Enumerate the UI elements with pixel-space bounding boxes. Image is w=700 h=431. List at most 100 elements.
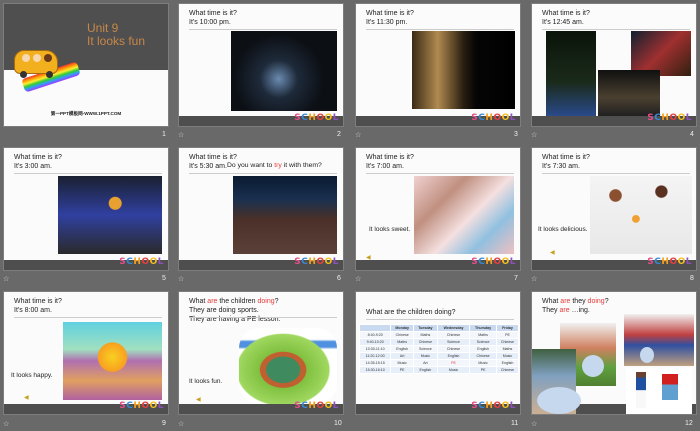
photo-police-line xyxy=(598,70,660,116)
table-cell: English xyxy=(436,352,471,360)
divider xyxy=(366,319,514,320)
table-cell: Maths xyxy=(412,331,438,339)
school-logo: SCHOOL xyxy=(119,257,164,267)
slide-thumbnail-8[interactable]: What time is it? It's 7:30 am. It looks d… xyxy=(531,147,697,271)
table-cell: PE xyxy=(469,366,497,374)
slide-text: What time is it? It's 12:45 am. xyxy=(542,9,590,27)
slide-number: 11 xyxy=(511,420,519,427)
school-logo: SCHOOL xyxy=(119,401,164,411)
answer: It's 10:00 pm. xyxy=(189,19,231,26)
divider xyxy=(189,29,337,30)
answer: It's 3:00 am. xyxy=(14,163,52,170)
slide-thumbnail-11[interactable]: What are the children doing? Monday Tues… xyxy=(355,291,521,415)
table-cell: Music xyxy=(390,359,414,367)
slide-number: 1 xyxy=(162,131,166,138)
slide-thumbnail-6[interactable]: What time is it? It's 5:30 am. Do you wan… xyxy=(178,147,344,271)
photo-shadow-street xyxy=(412,31,515,109)
star-icon[interactable]: ☆ xyxy=(178,131,184,139)
slide-thumbnail-5[interactable]: What time is it? It's 3:00 am. SCHOOL xyxy=(3,147,169,271)
table-cell: PE xyxy=(436,359,471,367)
school-bus-illustration xyxy=(8,44,81,93)
answer: It's 7:30 am. xyxy=(542,163,580,170)
question: What time is it? xyxy=(189,154,237,161)
star-icon[interactable]: ☆ xyxy=(531,275,537,283)
table-cell: Music xyxy=(469,359,497,367)
school-logo: SCHOOL xyxy=(647,113,692,123)
question: What time is it? xyxy=(366,154,414,161)
slide-thumbnail-1[interactable]: Unit 9 It looks fun 第一PPT模板网-WWW.1PPT.CO… xyxy=(3,3,169,127)
speaker-icon[interactable]: ◀ xyxy=(196,396,201,403)
school-logo: SCHOOL xyxy=(471,401,516,411)
star-icon[interactable]: ☆ xyxy=(531,131,537,139)
question: What are they doing? xyxy=(542,298,609,305)
speaker-icon[interactable]: ◀ xyxy=(24,394,29,401)
slide-thumbnail-4[interactable]: What time is it? It's 12:45 am. SCHOOL xyxy=(531,3,697,127)
slide-number: 2 xyxy=(337,131,341,138)
divider xyxy=(189,317,337,318)
photo-workers-night xyxy=(546,31,596,116)
table-cell: Maths xyxy=(469,331,497,339)
table-cell: Chinese xyxy=(495,366,520,374)
website-footer: 第一PPT模板网-WWW.1PPT.COM xyxy=(50,111,122,116)
table-cell: Art xyxy=(412,359,438,367)
timetable: Monday Tuesday Wednesday Thursday Friday… xyxy=(358,324,520,374)
divider xyxy=(366,29,514,30)
table-cell: 15:30-16:10 xyxy=(358,366,392,374)
table-row: 10:30-11:10 English Science Chinese English M… xyxy=(358,345,520,353)
slide-number: 12 xyxy=(685,420,693,427)
table-cell: English xyxy=(469,345,497,353)
caption: It looks sweet. xyxy=(369,226,411,233)
column-header xyxy=(358,324,392,332)
table-cell: PE xyxy=(495,331,520,339)
table-cell: PE xyxy=(390,366,414,374)
divider xyxy=(366,173,514,174)
karate-kid-blue xyxy=(636,372,646,408)
caption: It looks fun. xyxy=(189,378,223,385)
answer: They are doing sports. xyxy=(189,307,259,314)
star-icon[interactable]: ☆ xyxy=(178,275,184,283)
table-cell: Maths xyxy=(390,338,414,346)
slide-thumbnail-12[interactable]: What are they doing? They are …ing. xyxy=(531,291,697,415)
slide-thumbnail-9[interactable]: What time is it? It's 8:00 am. It looks h… xyxy=(3,291,169,415)
slide-thumbnail-3[interactable]: What time is it? It's 11:30 pm. SCHOOL xyxy=(355,3,521,127)
table-cell: Chinese xyxy=(495,338,520,346)
table-cell: 10:30-11:10 xyxy=(358,345,392,353)
photo-family-breakfast xyxy=(590,176,692,254)
caption: It looks happy. xyxy=(11,372,53,379)
table-cell: Maths xyxy=(495,345,520,353)
slide-text: What time is it? It's 3:00 am. xyxy=(14,153,62,171)
placeholder-ellipse xyxy=(537,387,581,414)
illustration-sleeping-child xyxy=(414,176,514,254)
star-icon[interactable]: ☆ xyxy=(178,420,184,428)
table-cell: Science xyxy=(469,338,497,346)
photo-basketball xyxy=(624,314,694,366)
table-row: 9:40-10:20 Maths Chinese Science Science Chin… xyxy=(358,338,520,346)
slide-thumbnail-2[interactable]: What time is it? It's 10:00 pm. SCHOOL xyxy=(178,3,344,127)
star-icon[interactable]: ☆ xyxy=(355,275,361,283)
answer: It's 8:00 am. xyxy=(14,307,52,314)
column-header: Thursday xyxy=(469,324,497,332)
divider xyxy=(14,173,162,174)
table-cell: Music xyxy=(495,352,520,360)
slide-text: What are they doing? They are …ing. xyxy=(542,297,609,315)
speaker-icon[interactable]: ◀ xyxy=(550,249,555,256)
table-row: 14:35-15:15 Music Art PE Music English xyxy=(358,359,520,367)
question: What time is it? xyxy=(14,154,62,161)
slide-thumbnail-7[interactable]: What time is it? It's 7:00 am. It looks s… xyxy=(355,147,521,271)
slide-title: What are the children doing? xyxy=(366,309,456,316)
school-logo: SCHOOL xyxy=(647,257,692,267)
star-icon[interactable]: ☆ xyxy=(3,420,9,428)
question: What time is it? xyxy=(366,10,414,17)
divider xyxy=(542,173,690,174)
star-icon[interactable]: ☆ xyxy=(3,275,9,283)
star-icon[interactable]: ☆ xyxy=(355,131,361,139)
question: What are the children doing? xyxy=(189,298,279,305)
table-cell: Chinese xyxy=(436,345,471,353)
answer: It's 12:45 am. xyxy=(542,19,584,26)
divider xyxy=(189,173,337,174)
photo-worker-crates xyxy=(58,176,162,254)
slide-number: 4 xyxy=(690,131,694,138)
caption: It looks delicious. xyxy=(538,226,588,233)
slide-thumbnail-10[interactable]: What are the children doing? They are do… xyxy=(178,291,344,415)
star-icon[interactable]: ☆ xyxy=(531,420,537,428)
